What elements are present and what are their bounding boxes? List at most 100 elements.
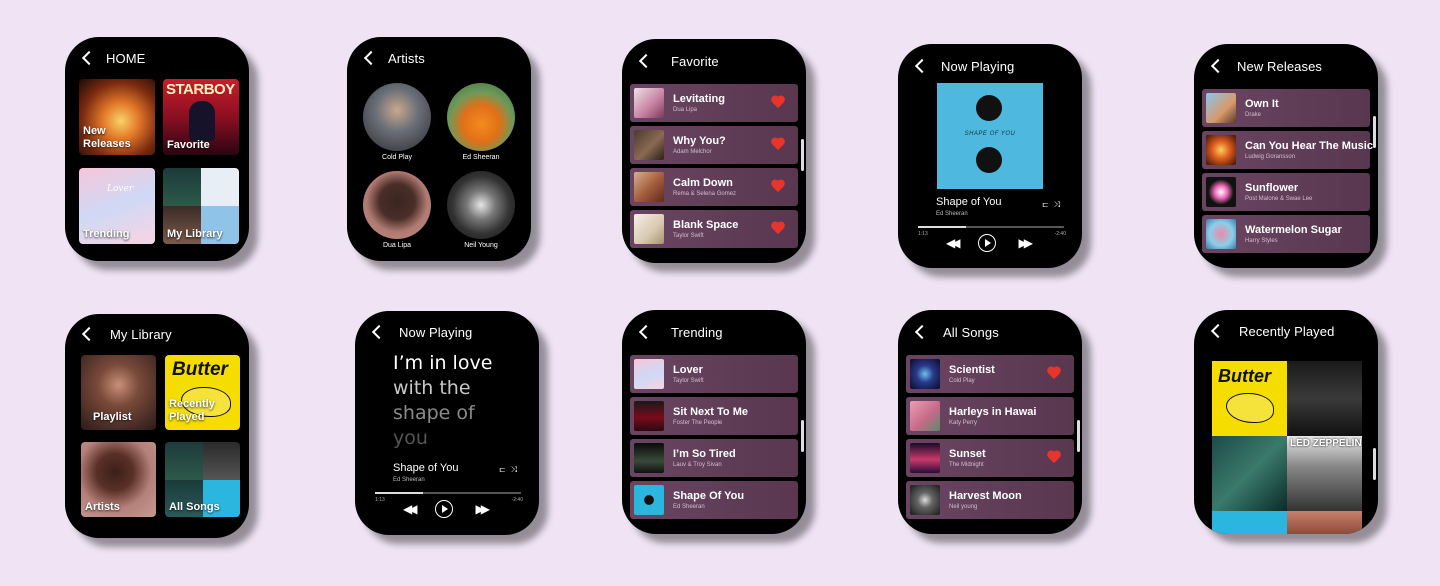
tile-label: My Library (167, 227, 223, 240)
album-thumb[interactable] (1212, 511, 1287, 534)
scrollbar[interactable] (1077, 420, 1080, 452)
tile-label-line: New (83, 124, 106, 137)
song-artist: Cold Play (949, 378, 975, 384)
elapsed-time: 1:13 (918, 231, 928, 237)
song-row[interactable]: Scientist Cold Play (906, 355, 1074, 393)
back-arrow-icon[interactable] (369, 323, 387, 341)
album-thumb[interactable]: LED ZEPPELIN (1287, 436, 1362, 511)
screen-title: Favorite (671, 53, 719, 69)
album-thumb[interactable] (1212, 436, 1287, 511)
back-arrow-icon[interactable] (912, 57, 930, 75)
back-arrow-icon[interactable] (636, 323, 654, 341)
screen-title: Recently Played (1239, 323, 1335, 339)
album-thumb (634, 172, 664, 202)
back-arrow-icon[interactable] (636, 52, 654, 70)
progress-fill (918, 226, 967, 228)
song-row[interactable]: Sunflower Post Malone & Swae Lee (1202, 173, 1370, 211)
album-title-text: LED ZEPPELIN (1290, 438, 1362, 449)
screen-title: HOME (106, 50, 146, 66)
watch-recently-played: Recently Played Butter LED ZEPPELIN (1194, 310, 1378, 534)
song-row[interactable]: Can You Hear The Music Ludwig Goransson (1202, 131, 1373, 169)
back-arrow-icon[interactable] (912, 323, 930, 341)
song-row[interactable]: Harleys in Hawai Katy Perry (906, 397, 1074, 435)
queue-icon[interactable]: ⊏ (1042, 200, 1049, 210)
shuffle-icon[interactable]: ⤨ (511, 465, 517, 475)
song-row[interactable]: Levitating Dua Lipa (630, 84, 798, 122)
scrollbar[interactable] (801, 139, 804, 171)
song-row[interactable]: Lover Taylor Swift (630, 355, 798, 393)
song-row[interactable]: Calm Down Rema & Selena Gomez (630, 168, 798, 206)
header: Recently Played (1208, 320, 1364, 342)
artist-item[interactable]: Cold Play (359, 83, 435, 161)
screen-title: All Songs (943, 324, 999, 340)
album-thumb[interactable] (1287, 361, 1362, 436)
progress-bar[interactable] (918, 226, 1064, 228)
song-info: Can You Hear The Music Ludwig Goransson (1245, 140, 1373, 160)
fast-forward-icon[interactable]: ▶▶ (475, 502, 490, 516)
heart-icon[interactable] (770, 180, 786, 194)
heart-icon[interactable] (1046, 367, 1062, 381)
back-arrow-icon[interactable] (1208, 322, 1226, 340)
artist-name: Dua Lipa (382, 242, 412, 249)
play-icon[interactable] (435, 500, 454, 518)
shuffle-icon[interactable]: ⤨ (1054, 200, 1060, 210)
scrollbar[interactable] (1373, 116, 1376, 148)
song-title: Lover (673, 364, 703, 376)
back-arrow-icon[interactable] (1208, 57, 1226, 75)
scrollbar[interactable] (801, 420, 804, 452)
lyric-line: you (393, 427, 428, 449)
album-thumb[interactable] (1287, 511, 1362, 534)
tile-artists[interactable]: Artists (81, 442, 156, 517)
song-title: Harvest Moon (949, 490, 1022, 502)
tile-new-releases[interactable]: New Releases (79, 79, 155, 155)
song-title: Shape of You (936, 196, 1002, 208)
artist-item[interactable]: Neil Young (443, 171, 519, 249)
tile-trending[interactable]: Lover Trending (79, 168, 155, 244)
rewind-icon[interactable]: ◀◀ (403, 502, 418, 516)
song-row[interactable]: Harvest Moon Neil young (906, 481, 1074, 519)
tile-favorite[interactable]: STARBOY Favorite (163, 79, 239, 155)
album-thumb (1206, 93, 1236, 123)
song-row[interactable]: Sit Next To Me Foster The People (630, 397, 798, 435)
song-row[interactable]: Sunset The Midnight (906, 439, 1074, 477)
artist-photo (447, 171, 515, 239)
heart-icon[interactable] (770, 138, 786, 152)
tile-playlist[interactable]: Playlist (81, 355, 156, 430)
album-thumb (910, 443, 940, 473)
song-title: Sunset (949, 448, 986, 460)
artist-item[interactable]: Ed Sheeran (443, 83, 519, 161)
heart-icon[interactable] (770, 222, 786, 236)
tile-all-songs[interactable]: All Songs (165, 442, 240, 517)
song-artist: Rema & Selena Gomez (673, 191, 737, 197)
album-thumb[interactable]: Butter (1212, 361, 1287, 436)
tile-my-library[interactable]: My Library (163, 168, 239, 244)
artist-item[interactable]: Dua Lipa (359, 171, 435, 249)
album-thumb (634, 214, 664, 244)
back-arrow-icon[interactable] (79, 49, 97, 67)
watch-home: HOME New Releases STARBOY Favorite Lover … (65, 37, 249, 261)
song-row[interactable]: I’m So Tired Lauv & Troy Sivan (630, 439, 798, 477)
play-icon[interactable] (978, 234, 997, 252)
fast-forward-icon[interactable]: ▶▶ (1018, 236, 1033, 250)
watch-now-playing: Now Playing SHAPE OF YOU Shape of You Ed… (898, 44, 1082, 268)
song-row[interactable]: Blank Space Taylor Swift (630, 210, 798, 248)
rewind-icon[interactable]: ◀◀ (946, 236, 961, 250)
song-title: Scientist (949, 364, 995, 376)
song-artist: Ludwig Goransson (1245, 154, 1296, 160)
scrollbar[interactable] (1373, 448, 1376, 480)
song-row[interactable]: Why You? Adam Melchor (630, 126, 798, 164)
progress-bar[interactable] (375, 492, 521, 494)
song-artist: Post Malone & Swae Lee (1245, 196, 1313, 202)
queue-icon[interactable]: ⊏ (499, 465, 506, 475)
song-row[interactable]: Shape Of You Ed Sheeran (630, 481, 798, 519)
album-blob (1226, 393, 1274, 423)
back-arrow-icon[interactable] (79, 325, 97, 343)
heart-icon[interactable] (1046, 451, 1062, 465)
song-row[interactable]: Watermelon Sugar Harry Styles (1202, 215, 1370, 253)
heart-icon[interactable] (770, 96, 786, 110)
tile-recently-played[interactable]: Butter Recently Played (165, 355, 240, 430)
song-row[interactable]: Own It Drake (1202, 89, 1370, 127)
artist-name: Cold Play (382, 154, 412, 161)
song-artist: Foster The People (673, 420, 723, 426)
back-arrow-icon[interactable] (361, 49, 379, 67)
